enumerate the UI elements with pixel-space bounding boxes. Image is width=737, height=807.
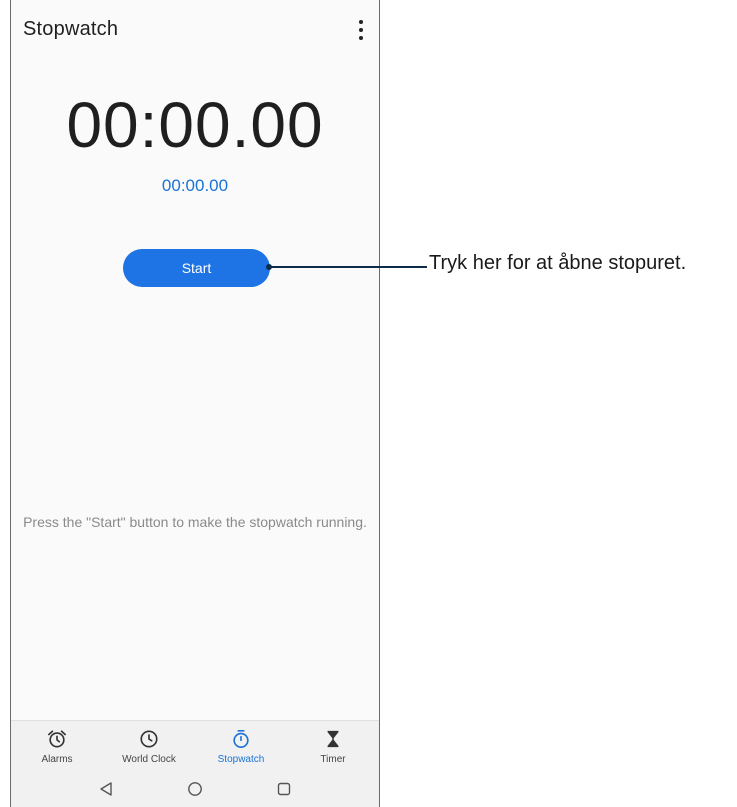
lap-time-display: 00:00.00 bbox=[161, 176, 229, 195]
bottom-nav: Alarms World Clock Stopwatch Timer bbox=[11, 720, 379, 771]
tab-alarms[interactable]: Alarms bbox=[11, 721, 103, 771]
main-time-display: 00:00.00 bbox=[66, 89, 324, 161]
hint-text: Press the "Start" button to make the sto… bbox=[23, 514, 367, 530]
stopwatch-icon bbox=[233, 730, 249, 748]
phone-screen: Stopwatch 00:00.00 00:00.00 Start Press … bbox=[10, 0, 380, 807]
system-nav-bar bbox=[11, 771, 379, 807]
tab-timer[interactable]: Timer bbox=[287, 721, 379, 771]
tab-label: Timer bbox=[320, 754, 346, 765]
page-title: Stopwatch bbox=[23, 18, 119, 40]
start-button[interactable]: Start bbox=[123, 249, 270, 287]
callout-text: Tryk her for at åbne stopuret. bbox=[429, 252, 687, 274]
tab-label: Alarms bbox=[41, 754, 73, 765]
clock-icon bbox=[140, 730, 158, 748]
tab-world-clock[interactable]: World Clock bbox=[103, 721, 195, 771]
tab-stopwatch[interactable]: Stopwatch bbox=[195, 721, 287, 771]
more-vert-icon[interactable] bbox=[353, 20, 369, 42]
hourglass-icon bbox=[327, 730, 339, 748]
alarm-icon bbox=[48, 730, 66, 748]
tab-label: World Clock bbox=[122, 754, 176, 765]
recents-square-icon[interactable] bbox=[274, 779, 294, 799]
stage: Stopwatch 00:00.00 00:00.00 Start Press … bbox=[0, 0, 737, 807]
tab-label: Stopwatch bbox=[217, 754, 265, 765]
home-circle-icon[interactable] bbox=[185, 779, 205, 799]
app-bar: Stopwatch bbox=[11, 0, 379, 62]
callout-line bbox=[270, 266, 427, 268]
back-triangle-icon[interactable] bbox=[96, 779, 116, 799]
